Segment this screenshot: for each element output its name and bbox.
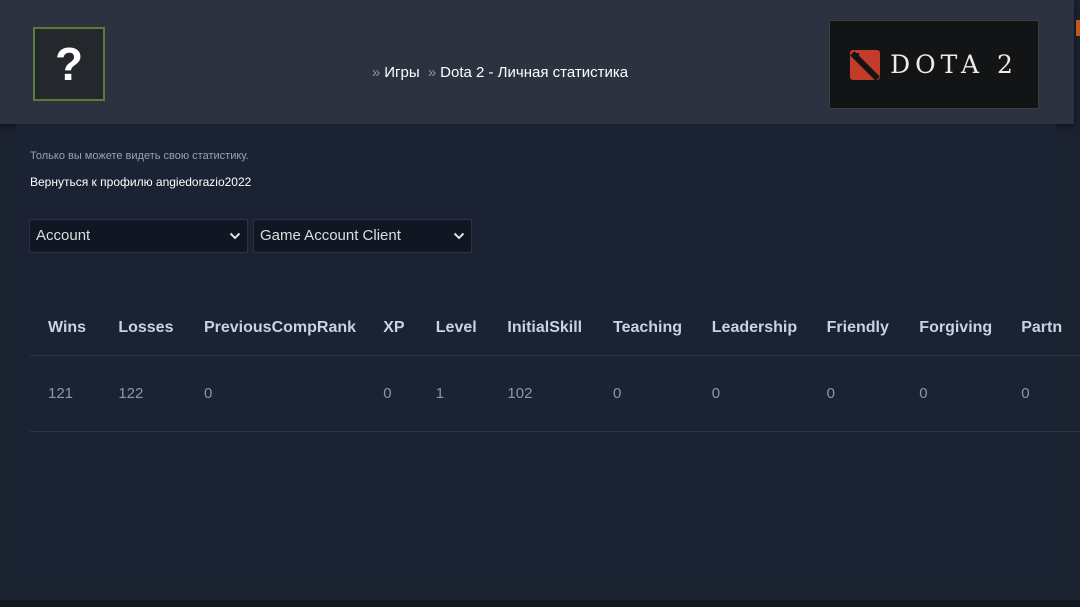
cell-forgiving: 0 xyxy=(901,356,1004,432)
cell-partner: 0 xyxy=(1003,356,1080,432)
cell-previous-comp-rank: 0 xyxy=(185,356,366,432)
cell-xp: 0 xyxy=(365,356,418,432)
cell-level: 1 xyxy=(417,356,490,432)
cell-losses: 122 xyxy=(100,356,186,432)
stats-table: Wins Losses PreviousCompRank XP Level In… xyxy=(30,300,1080,432)
cell-teaching: 0 xyxy=(594,356,694,432)
column-header-partner: Partn xyxy=(1003,300,1080,356)
page-bottom-strip xyxy=(0,600,1080,607)
column-header-teaching: Teaching xyxy=(594,300,694,356)
column-header-previous-comp-rank: PreviousCompRank xyxy=(185,300,366,356)
cell-wins: 121 xyxy=(30,356,101,432)
column-header-level: Level xyxy=(417,300,490,356)
stats-page: ? » Игры » Dota 2 - Личная статистика DOTA… xyxy=(0,0,1080,607)
column-header-wins: Wins xyxy=(30,300,101,356)
column-header-friendly: Friendly xyxy=(808,300,902,356)
column-header-forgiving: Forgiving xyxy=(901,300,1004,356)
table-row: 121 122 0 0 1 102 0 0 0 0 0 xyxy=(30,356,1080,432)
column-header-losses: Losses xyxy=(100,300,186,356)
cell-friendly: 0 xyxy=(808,356,902,432)
column-header-leadership: Leadership xyxy=(693,300,809,356)
column-header-xp: XP xyxy=(365,300,418,356)
table-header-row: Wins Losses PreviousCompRank XP Level In… xyxy=(30,300,1080,356)
cell-initial-skill: 102 xyxy=(489,356,595,432)
column-header-initial-skill: InitialSkill xyxy=(489,300,595,356)
cell-leadership: 0 xyxy=(693,356,809,432)
stats-table-viewport: Wins Losses PreviousCompRank XP Level In… xyxy=(0,0,1080,607)
